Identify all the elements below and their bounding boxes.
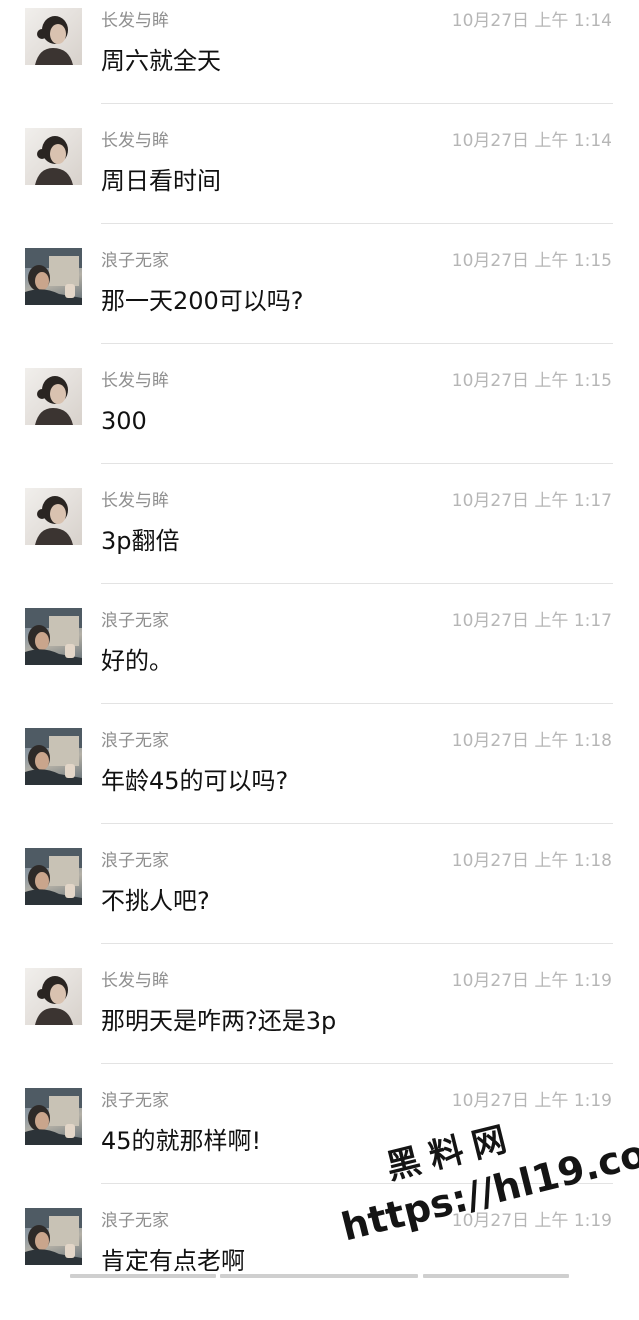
sender-name: 长发与眸 [101, 11, 169, 31]
message-text: 年龄45的可以吗? [101, 767, 289, 795]
message-text: 300 [101, 407, 147, 435]
indicator-segment [423, 1274, 569, 1278]
sender-name: 浪子无家 [101, 851, 169, 871]
message-row[interactable]: 长发与眸 10月27日 上午 1:17 3p翻倍 [0, 480, 639, 600]
divider [101, 463, 613, 464]
message-time: 10月27日 上午 1:18 [451, 731, 612, 751]
avatar[interactable] [25, 1208, 82, 1265]
sender-name: 浪子无家 [101, 1211, 169, 1231]
divider [101, 343, 613, 344]
sender-name: 浪子无家 [101, 611, 169, 631]
message-row[interactable]: 长发与眸 10月27日 上午 1:14 周日看时间 [0, 120, 639, 240]
sender-name: 浪子无家 [101, 1091, 169, 1111]
avatar[interactable] [25, 368, 82, 425]
avatar[interactable] [25, 248, 82, 305]
message-text: 周日看时间 [101, 167, 221, 195]
message-text: 不挑人吧? [101, 887, 210, 915]
message-row[interactable]: 浪子无家 10月27日 上午 1:15 那一天200可以吗? [0, 240, 639, 360]
avatar[interactable] [25, 1088, 82, 1145]
message-text: 肯定有点老啊 [101, 1247, 245, 1275]
message-text: 45的就那样啊! [101, 1127, 262, 1155]
message-row[interactable]: 浪子无家 10月27日 上午 1:18 年龄45的可以吗? [0, 720, 639, 840]
message-row[interactable]: 长发与眸 10月27日 上午 1:19 那明天是咋两?还是3p [0, 960, 639, 1080]
message-time: 10月27日 上午 1:14 [451, 11, 612, 31]
sender-name: 长发与眸 [101, 131, 169, 151]
message-text: 好的。 [101, 647, 173, 675]
divider [101, 1063, 613, 1064]
message-text: 那明天是咋两?还是3p [101, 1007, 337, 1035]
indicator-segment [70, 1274, 216, 1278]
message-row[interactable]: 浪子无家 10月27日 上午 1:18 不挑人吧? [0, 840, 639, 960]
sender-name: 浪子无家 [101, 731, 169, 751]
message-text: 周六就全天 [101, 47, 221, 75]
message-time: 10月27日 上午 1:19 [451, 1211, 612, 1231]
avatar[interactable] [25, 8, 82, 65]
avatar[interactable] [25, 488, 82, 545]
message-row[interactable]: 长发与眸 10月27日 上午 1:14 周六就全天 [0, 0, 639, 120]
message-time: 10月27日 上午 1:19 [451, 971, 612, 991]
message-time: 10月27日 上午 1:19 [451, 1091, 612, 1111]
message-row[interactable]: 浪子无家 10月27日 上午 1:19 肯定有点老啊 [0, 1200, 639, 1320]
divider [101, 103, 613, 104]
divider [101, 223, 613, 224]
divider [101, 943, 613, 944]
avatar[interactable] [25, 608, 82, 665]
divider [101, 703, 613, 704]
avatar[interactable] [25, 728, 82, 785]
message-time: 10月27日 上午 1:15 [451, 371, 612, 391]
indicator-segment [220, 1274, 418, 1278]
message-time: 10月27日 上午 1:17 [451, 491, 612, 511]
divider [101, 583, 613, 584]
message-time: 10月27日 上午 1:18 [451, 851, 612, 871]
avatar[interactable] [25, 848, 82, 905]
avatar[interactable] [25, 968, 82, 1025]
bottom-scroll-indicator [0, 1274, 639, 1280]
sender-name: 浪子无家 [101, 251, 169, 271]
message-time: 10月27日 上午 1:17 [451, 611, 612, 631]
avatar[interactable] [25, 128, 82, 185]
message-text: 3p翻倍 [101, 527, 180, 555]
message-text: 那一天200可以吗? [101, 287, 304, 315]
divider [101, 823, 613, 824]
message-time: 10月27日 上午 1:14 [451, 131, 612, 151]
divider [101, 1183, 613, 1184]
sender-name: 长发与眸 [101, 971, 169, 991]
message-row[interactable]: 浪子无家 10月27日 上午 1:19 45的就那样啊! [0, 1080, 639, 1200]
message-time: 10月27日 上午 1:15 [451, 251, 612, 271]
message-row[interactable]: 长发与眸 10月27日 上午 1:15 300 [0, 360, 639, 480]
sender-name: 长发与眸 [101, 371, 169, 391]
sender-name: 长发与眸 [101, 491, 169, 511]
message-row[interactable]: 浪子无家 10月27日 上午 1:17 好的。 [0, 600, 639, 720]
